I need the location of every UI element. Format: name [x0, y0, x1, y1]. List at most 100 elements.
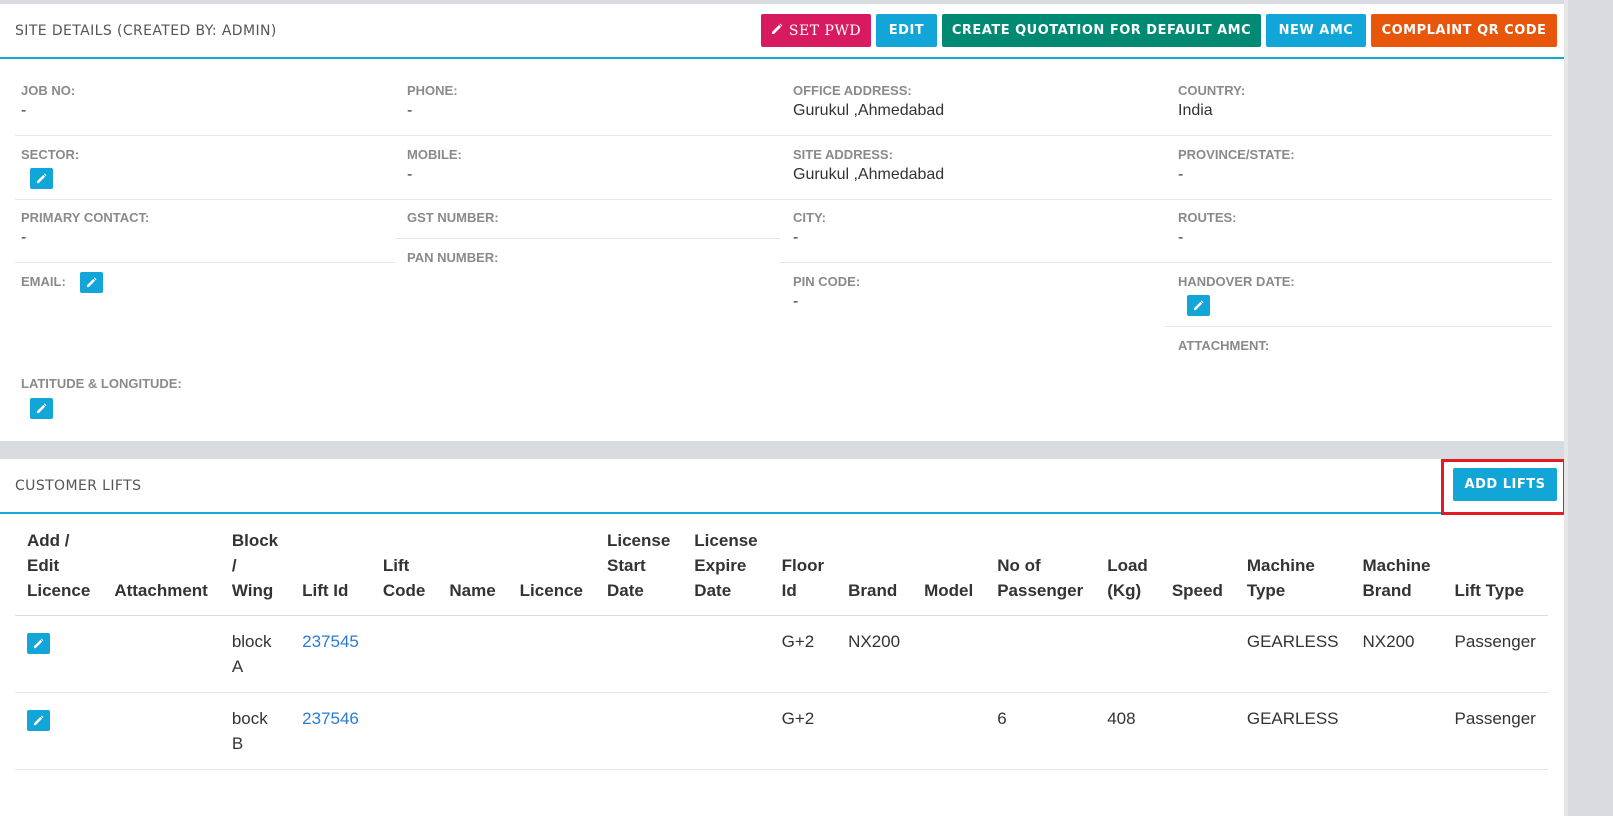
column-header-text: Speed: [1171, 581, 1223, 600]
license-start-cell: [594, 692, 683, 770]
column-header-text: Machine: [1246, 556, 1315, 575]
pencil-icon[interactable]: [27, 710, 50, 731]
divider: [780, 199, 1165, 200]
column-header: Brand: [836, 516, 913, 616]
lifts-table: Add / Edit Licence Attachment Block / Wing Lift…: [15, 516, 1548, 770]
pin-code-label: PIN CODE:: [793, 274, 861, 289]
edit-licence-cell: [15, 692, 103, 770]
complaint-qr-code-button[interactable]: COMPLAINT QR CODE: [1371, 14, 1557, 47]
load-cell: [1095, 615, 1160, 693]
site-details-panel: SITE DETAILS (CREATED BY: ADMIN) SET PWD…: [0, 4, 1568, 441]
lift-code-cell: [370, 692, 438, 770]
office-address-label: OFFICE ADDRESS:: [793, 83, 912, 98]
name-cell: [437, 692, 508, 770]
column-header: No of Passenger: [985, 516, 1096, 616]
scrollbar[interactable]: [1564, 0, 1568, 816]
column-header: Lift Type: [1442, 516, 1548, 616]
brand-cell: NX200: [836, 615, 913, 693]
column-header: Model: [912, 516, 986, 616]
column-header: Lift Id: [290, 516, 371, 616]
column-header: Licence: [507, 516, 595, 616]
new-amc-button[interactable]: NEW AMC: [1266, 14, 1366, 47]
job-no-label: JOB NO:: [21, 83, 76, 98]
pencil-icon[interactable]: [30, 398, 53, 419]
column-header-text: Machine: [1362, 556, 1431, 575]
column-header-text: Block: [231, 531, 279, 550]
city-value: -: [793, 229, 799, 246]
pencil-icon[interactable]: [30, 168, 53, 189]
attachment-cell: [102, 692, 220, 770]
lift-id-link[interactable]: 237546: [302, 709, 359, 728]
routes-value: -: [1178, 229, 1184, 246]
highlight-box: [1441, 459, 1566, 515]
column-header-text: Expire: [694, 556, 747, 575]
column-header: Lift Code: [370, 516, 438, 616]
column-header-text: Name: [449, 581, 496, 600]
divider: [1165, 326, 1552, 327]
set-pwd-label: SET PWD: [788, 22, 862, 39]
column-header-text: /: [231, 556, 237, 575]
pencil-icon[interactable]: [1187, 295, 1210, 316]
attachment-cell: [102, 615, 220, 693]
column-header: License Start Date: [594, 516, 683, 616]
machine-type-cell: GEARLESS: [1234, 692, 1351, 770]
column-header-text: Code: [382, 581, 426, 600]
divider: [15, 199, 395, 200]
passenger-cell: [985, 615, 1096, 693]
column-header: Block / Wing: [219, 516, 291, 616]
column-header-text: Date: [606, 581, 644, 600]
name-cell: [437, 615, 508, 693]
province-value: -: [1178, 166, 1184, 183]
phone-label: PHONE:: [407, 83, 458, 98]
column-header-text: Passenger: [997, 581, 1084, 600]
lat-long-label: LATITUDE & LONGITUDE:: [21, 376, 182, 391]
brand-cell: [836, 692, 913, 770]
pencil-icon[interactable]: [80, 272, 103, 293]
column-header-text: Attachment: [114, 581, 208, 600]
column-header-text: Lift: [382, 556, 410, 575]
customer-lifts-header: CUSTOMER LIFTS ADD LIFTS: [0, 459, 1568, 514]
office-address-value: Gurukul ,Ahmedabad: [793, 102, 945, 119]
column-header-text: Id: [781, 581, 797, 600]
column-header-text: Wing: [231, 581, 274, 600]
routes-label: ROUTES:: [1178, 210, 1237, 225]
city-label: CITY:: [793, 210, 826, 225]
divider: [780, 135, 1165, 136]
column-header-text: Model: [924, 581, 974, 600]
lift-id-cell: 237546: [290, 692, 371, 770]
gst-number-label: GST NUMBER:: [407, 210, 499, 225]
column-header-text: Type: [1246, 581, 1286, 600]
column-header: Load (Kg): [1095, 516, 1160, 616]
customer-lifts-title: CUSTOMER LIFTS: [15, 478, 142, 494]
email-label: EMAIL:: [21, 274, 66, 289]
lift-type-cell: Passenger: [1442, 615, 1548, 693]
column-header-text: Lift Id: [302, 581, 349, 600]
divider: [395, 238, 780, 239]
column-header: Name: [437, 516, 508, 616]
attachment-label: ATTACHMENT:: [1178, 338, 1270, 353]
column-header: License Expire Date: [682, 516, 770, 616]
column-header: Machine Type: [1234, 516, 1351, 616]
divider: [15, 135, 395, 136]
country-label: COUNTRY:: [1178, 83, 1246, 98]
site-details-title: SITE DETAILS (CREATED BY: ADMIN): [15, 23, 277, 39]
column-header-text: Date: [694, 581, 732, 600]
column-header-text: No of: [997, 556, 1041, 575]
column-header: Machine Brand: [1350, 516, 1443, 616]
lift-id-link[interactable]: 237545: [302, 632, 359, 651]
mobile-value: -: [407, 166, 413, 183]
column-header-text: License: [694, 531, 758, 550]
machine-brand-cell: [1350, 692, 1443, 770]
model-cell: [912, 692, 986, 770]
site-address-label: SITE ADDRESS:: [793, 147, 893, 162]
column-header: Floor Id: [769, 516, 837, 616]
speed-cell: [1159, 615, 1235, 693]
column-header-text: Licence: [27, 581, 91, 600]
create-quotation-button[interactable]: CREATE QUOTATION FOR DEFAULT AMC: [942, 14, 1261, 47]
set-pwd-button[interactable]: SET PWD: [761, 14, 871, 47]
machine-type-cell: GEARLESS: [1234, 615, 1351, 693]
pencil-icon[interactable]: [27, 633, 50, 654]
edit-button[interactable]: EDIT: [876, 14, 937, 47]
load-cell: 408: [1095, 692, 1160, 770]
machine-brand-cell: NX200: [1350, 615, 1443, 693]
